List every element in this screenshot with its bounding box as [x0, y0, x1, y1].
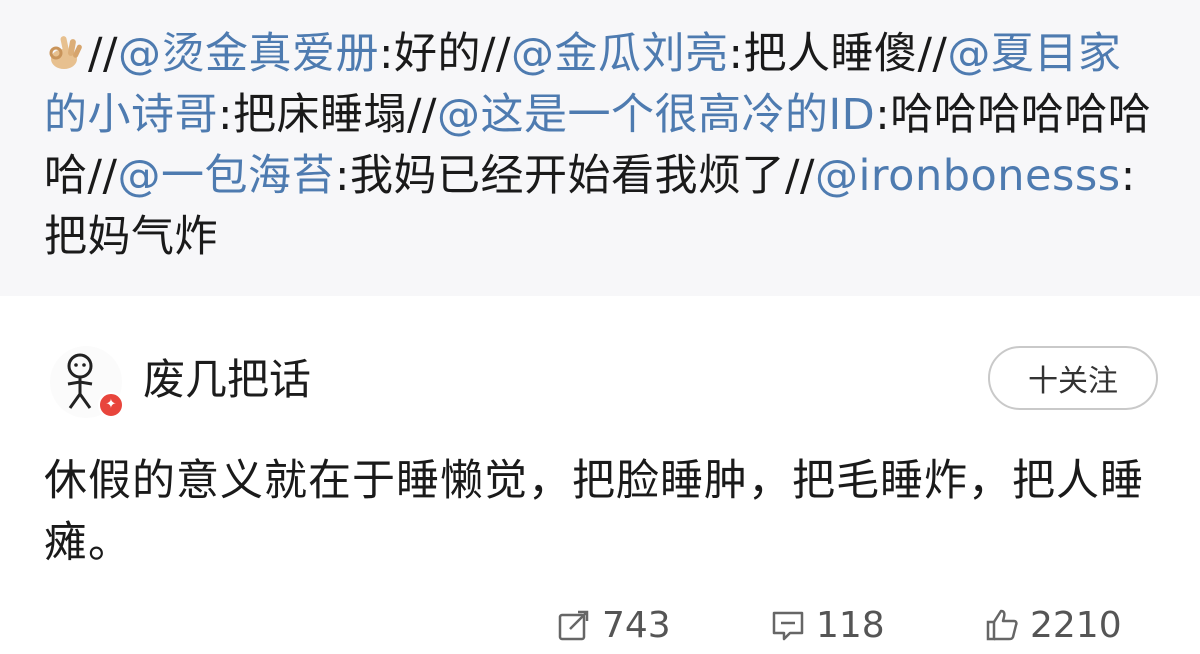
mention-link[interactable]: @ironbonesss: [815, 151, 1121, 201]
edge-fade: [1130, 596, 1200, 654]
mention-link[interactable]: @烫金真爱册: [118, 29, 379, 79]
post-content: 休假的意义就在于睡懒觉，把脸睡肿，把毛睡炸，把人睡瘫。: [44, 456, 1144, 568]
thumbs-up-icon: [986, 609, 1018, 641]
repost-comment-text: :我妈已经开始看我烦了//: [334, 151, 815, 201]
follow-button[interactable]: 十关注: [988, 346, 1158, 410]
like-count: 2210: [1030, 604, 1122, 646]
repost-icon: [558, 610, 589, 641]
repost-count: 743: [602, 604, 671, 646]
username[interactable]: 废几把话: [143, 352, 311, 408]
repost-comment-text: //: [88, 29, 118, 79]
comment-button[interactable]: 118: [770, 596, 885, 654]
repost-button[interactable]: 743: [556, 596, 671, 654]
repost-text: //@烫金真爱册:好的//@金瓜刘亮:把人睡傻//@夏目家的小诗哥:把床睡塌//…: [44, 24, 1164, 268]
comment-count: 118: [816, 604, 885, 646]
repost-comment-text: :把床睡塌//: [218, 90, 437, 140]
repost-comment-text: :把人睡傻//: [728, 29, 948, 79]
verified-badge-icon: ✦: [98, 392, 124, 418]
ok-hand-emoji-icon: [44, 28, 86, 69]
repost-comment-text: :好的//: [378, 29, 511, 79]
repost-chain: //@烫金真爱册:好的//@金瓜刘亮:把人睡傻//@夏目家的小诗哥:把床睡塌//…: [0, 0, 1200, 296]
mention-link[interactable]: @金瓜刘亮: [511, 29, 729, 79]
comment-icon: [772, 611, 804, 641]
repost-segments: //@烫金真爱册:好的//@金瓜刘亮:把人睡傻//@夏目家的小诗哥:把床睡塌//…: [44, 29, 1151, 262]
mention-link[interactable]: @一包海苔: [117, 151, 335, 201]
action-bar: 743 118 2210: [0, 596, 1200, 654]
mention-link[interactable]: @这是一个很高冷的ID: [437, 90, 875, 140]
